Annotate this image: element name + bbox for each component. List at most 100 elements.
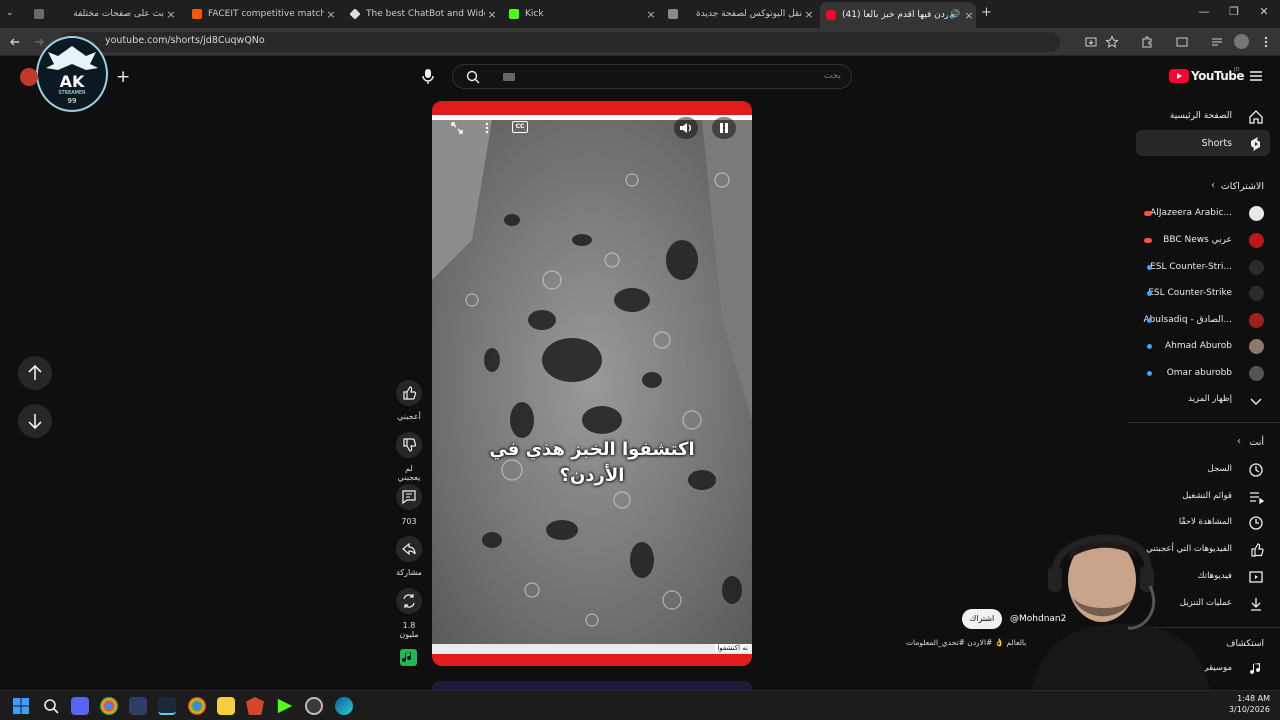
mute-button[interactable]: [674, 117, 698, 139]
restore-button[interactable]: ❐: [1224, 5, 1244, 18]
captions-button[interactable]: CC: [512, 121, 528, 133]
remix-button[interactable]: [396, 588, 422, 614]
speaker-icon[interactable]: 🔊: [948, 10, 962, 20]
arrow-down-icon: [28, 414, 42, 430]
tab-close-icon[interactable]: ×: [485, 8, 499, 21]
sidebar-subscription[interactable]: Omar aburobb: [1167, 368, 1232, 378]
obs-icon[interactable]: [305, 697, 323, 715]
sidebar-subscription[interactable]: ESL Counter-Strike: [1148, 288, 1232, 298]
tab-search-list-icon[interactable]: [1210, 35, 1224, 49]
sidebar-item-home[interactable]: الصفحة الرئيسية: [1170, 111, 1232, 121]
music-note-icon[interactable]: [1248, 661, 1264, 677]
chrome-profile-icon[interactable]: [188, 697, 206, 715]
channel-avatar[interactable]: [1249, 233, 1264, 248]
liked-icon[interactable]: [1248, 542, 1264, 558]
brave-icon[interactable]: [246, 697, 264, 715]
sidebar-subscription[interactable]: ESL Counter-Stri...: [1150, 262, 1232, 272]
video-top-band: [432, 101, 752, 115]
microphone-icon[interactable]: [420, 67, 436, 85]
search-icon[interactable]: [466, 70, 480, 84]
youtube-logo-icon[interactable]: [1169, 69, 1189, 83]
subscribe-button[interactable]: اشتراك: [962, 609, 1002, 629]
tab-search-icon[interactable]: ⌄: [6, 8, 20, 20]
keyboard-icon[interactable]: [503, 73, 515, 81]
show-more-link[interactable]: إظهار المزيد: [1188, 394, 1232, 404]
browser-tab[interactable]: بث على صفحات مختلفة ×: [28, 3, 178, 25]
media-player-icon[interactable]: [277, 698, 293, 714]
browser-menu-icon[interactable]: [1259, 35, 1273, 49]
notes-icon[interactable]: [217, 697, 235, 715]
shorts-icon[interactable]: [1248, 136, 1264, 152]
home-icon[interactable]: [1248, 109, 1264, 125]
sidebar-subscription[interactable]: AlJazeera Arabic...: [1150, 208, 1232, 218]
window-close-button[interactable]: ✕: [1254, 5, 1274, 18]
browser-tab[interactable]: FACEIT competitive match - FA ×: [186, 3, 338, 25]
live-indicator-icon: [1144, 238, 1152, 243]
hamburger-menu-icon[interactable]: [1249, 70, 1263, 82]
comments-button[interactable]: [396, 484, 422, 510]
sidebar-item-playlists[interactable]: قوائم التشغيل: [1182, 491, 1232, 501]
windows-start-icon[interactable]: [12, 697, 30, 715]
discord-icon[interactable]: [71, 697, 89, 715]
tab-close-icon[interactable]: ×: [962, 9, 976, 22]
expand-icon[interactable]: [450, 121, 464, 135]
sidebar-subscription[interactable]: BBC News عربي: [1163, 235, 1232, 245]
cast-icon[interactable]: [1175, 35, 1189, 49]
extensions-icon[interactable]: [1140, 35, 1154, 49]
create-button[interactable]: +: [116, 67, 130, 87]
edge-icon[interactable]: [335, 697, 353, 715]
new-tab-button[interactable]: +: [981, 5, 992, 20]
more-options-icon[interactable]: [482, 121, 492, 135]
address-bar[interactable]: youtube.com/shorts/jd8CuqwQNo: [60, 32, 1060, 52]
channel-avatar[interactable]: [1249, 260, 1264, 275]
chrome-icon[interactable]: [100, 697, 118, 715]
taskbar-search-icon[interactable]: [42, 697, 60, 715]
you-header-label: أنت: [1249, 437, 1264, 448]
browser-tab[interactable]: Kick ×: [503, 3, 658, 25]
pause-button[interactable]: [712, 117, 736, 139]
share-button[interactable]: [396, 536, 422, 562]
url-text[interactable]: youtube.com/shorts/jd8CuqwQNo: [105, 35, 265, 46]
you-header[interactable]: أنت: [1249, 437, 1264, 448]
downloads-icon[interactable]: [1248, 596, 1264, 612]
tab-close-icon[interactable]: ×: [644, 8, 658, 21]
next-short-button[interactable]: [18, 404, 52, 438]
browser-tab[interactable]: The best ChatBot and Widgets ×: [344, 3, 499, 25]
playlists-icon[interactable]: [1248, 489, 1264, 505]
like-button[interactable]: [396, 380, 422, 406]
bookmark-star-icon[interactable]: [1105, 35, 1119, 49]
new-content-dot-icon: [1147, 265, 1152, 270]
tab-close-icon[interactable]: ×: [324, 8, 338, 21]
taskbar-time[interactable]: 1:48 AM: [1230, 694, 1270, 703]
taskbar-date[interactable]: 3/10/2026: [1216, 705, 1270, 714]
browser-tab-active[interactable]: (41) الأردن فيها اقدم خبز بالعا 🔊 ×: [820, 2, 976, 28]
install-app-icon[interactable]: [1084, 35, 1098, 49]
profile-avatar[interactable]: [1234, 34, 1249, 49]
your-videos-icon[interactable]: [1248, 569, 1264, 585]
history-icon[interactable]: [1248, 462, 1264, 478]
dislike-button[interactable]: [396, 432, 422, 458]
tab-close-icon[interactable]: ×: [802, 8, 816, 21]
tab-close-icon[interactable]: ×: [164, 8, 178, 21]
subscriptions-header[interactable]: الاشتراكات: [1221, 181, 1264, 192]
back-icon[interactable]: [8, 35, 22, 49]
minimize-button[interactable]: —: [1194, 5, 1214, 18]
channel-avatar[interactable]: [1249, 339, 1264, 354]
channel-avatar[interactable]: [1249, 313, 1264, 328]
shorts-video-player[interactable]: CC اكتشفوا الخبز هذي في الأردن؟ ته اكتشف…: [432, 101, 752, 666]
app-icon[interactable]: [129, 697, 147, 715]
sidebar-subscription[interactable]: Ahmad Aburob: [1165, 341, 1232, 351]
channel-avatar[interactable]: [1249, 206, 1264, 221]
previous-short-button[interactable]: [18, 356, 52, 390]
search-input[interactable]: بحث: [452, 64, 852, 89]
channel-avatar[interactable]: [1249, 286, 1264, 301]
channel-avatar[interactable]: [1249, 366, 1264, 381]
sound-thumbnail[interactable]: [400, 649, 417, 666]
sidebar-item-history[interactable]: السجل: [1208, 464, 1232, 474]
chevron-down-icon[interactable]: [1248, 393, 1264, 409]
steam-icon[interactable]: [158, 697, 176, 715]
account-avatar[interactable]: [20, 68, 38, 86]
sidebar-subscription[interactable]: Abulsadiq - الصادق...: [1143, 315, 1232, 325]
watch-later-icon[interactable]: [1248, 515, 1264, 531]
browser-tab[interactable]: نقل البوتوكس لصفحة جديدة ×: [662, 3, 816, 25]
